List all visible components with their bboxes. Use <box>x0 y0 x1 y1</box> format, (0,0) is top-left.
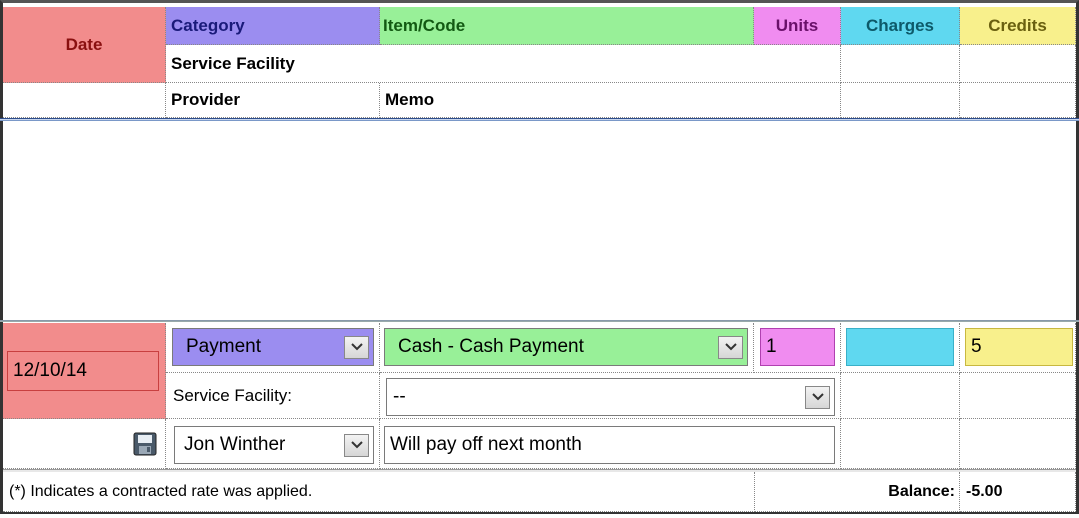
header-service-facility: Service Facility <box>166 45 841 83</box>
credits-input[interactable]: 5 <box>965 328 1073 366</box>
memo-input-value: Will pay off next month <box>390 434 582 455</box>
header-credits-label: Credits <box>988 15 1047 35</box>
entry-credits-blank-3 <box>960 419 1076 469</box>
header-charges-label: Charges <box>865 15 935 35</box>
entry-charges-blank-2 <box>841 373 960 419</box>
header-item-code-label: Item/Code <box>383 15 466 35</box>
header-credits: Credits <box>960 7 1076 45</box>
units-input-value: 1 <box>766 336 777 357</box>
header-credits-blank-2 <box>960 45 1076 83</box>
save-cell <box>3 419 166 469</box>
category-dropdown[interactable]: Payment <box>172 328 374 366</box>
service-facility-dropdown[interactable]: -- <box>386 378 835 416</box>
header-item-code: Item/Code <box>380 7 754 45</box>
header-category: Category <box>166 7 380 45</box>
chevron-down-icon[interactable] <box>344 433 369 457</box>
header-credits-blank-3 <box>960 83 1076 118</box>
provider-dropdown-value: Jon Winther <box>184 434 286 455</box>
header-charges: Charges <box>841 7 960 45</box>
item-code-dropdown[interactable]: Cash - Cash Payment <box>384 328 748 366</box>
floppy-disk-icon[interactable] <box>133 432 157 456</box>
units-input[interactable]: 1 <box>760 328 835 366</box>
header-category-label: Category <box>171 15 245 35</box>
date-input-value: 12/10/14 <box>13 360 87 381</box>
header-charges-blank-2 <box>841 45 960 83</box>
item-code-dropdown-value: Cash - Cash Payment <box>398 336 584 357</box>
header-memo: Memo <box>380 83 841 118</box>
provider-dropdown[interactable]: Jon Winther <box>174 426 374 464</box>
chevron-down-icon[interactable] <box>344 335 369 359</box>
header-date: Date <box>3 7 166 83</box>
header-charges-blank-3 <box>841 83 960 118</box>
service-facility-label-cell: Service Facility: <box>166 373 380 419</box>
contracted-rate-note: (*) Indicates a contracted rate was appl… <box>9 482 313 500</box>
entry-separator <box>0 320 1079 322</box>
service-facility-label: Service Facility: <box>173 385 293 405</box>
balance-label: Balance: <box>888 482 955 500</box>
entry-credits-blank-2 <box>960 373 1076 419</box>
footer-balance-value-cell: -5.00 <box>960 472 1076 512</box>
header-date-label: Date <box>65 34 103 54</box>
bottom-border <box>0 512 1079 518</box>
header-provider-label: Provider <box>171 90 240 109</box>
date-input[interactable]: 12/10/14 <box>7 351 159 391</box>
balance-value: -5.00 <box>966 482 1003 500</box>
transaction-list[interactable] <box>3 122 1076 322</box>
header-provider: Provider <box>166 83 380 118</box>
header-units-label: Units <box>775 15 819 35</box>
header-service-facility-label: Service Facility <box>171 53 295 73</box>
footer-note-cell: (*) Indicates a contracted rate was appl… <box>3 472 755 512</box>
memo-input[interactable]: Will pay off next month <box>384 426 835 464</box>
header-memo-label: Memo <box>385 90 435 109</box>
chevron-down-icon[interactable] <box>718 335 743 359</box>
entry-charges-blank-3 <box>841 419 960 469</box>
header-separator <box>0 118 1079 121</box>
header-units: Units <box>754 7 841 45</box>
credits-input-value: 5 <box>971 336 982 357</box>
category-dropdown-value: Payment <box>186 336 261 357</box>
charges-input[interactable] <box>846 328 954 366</box>
header-date-blank-3 <box>3 83 166 118</box>
chevron-down-icon[interactable] <box>805 385 830 409</box>
footer-balance-label-cell: Balance: <box>755 472 960 512</box>
service-facility-dropdown-value: -- <box>393 386 406 407</box>
